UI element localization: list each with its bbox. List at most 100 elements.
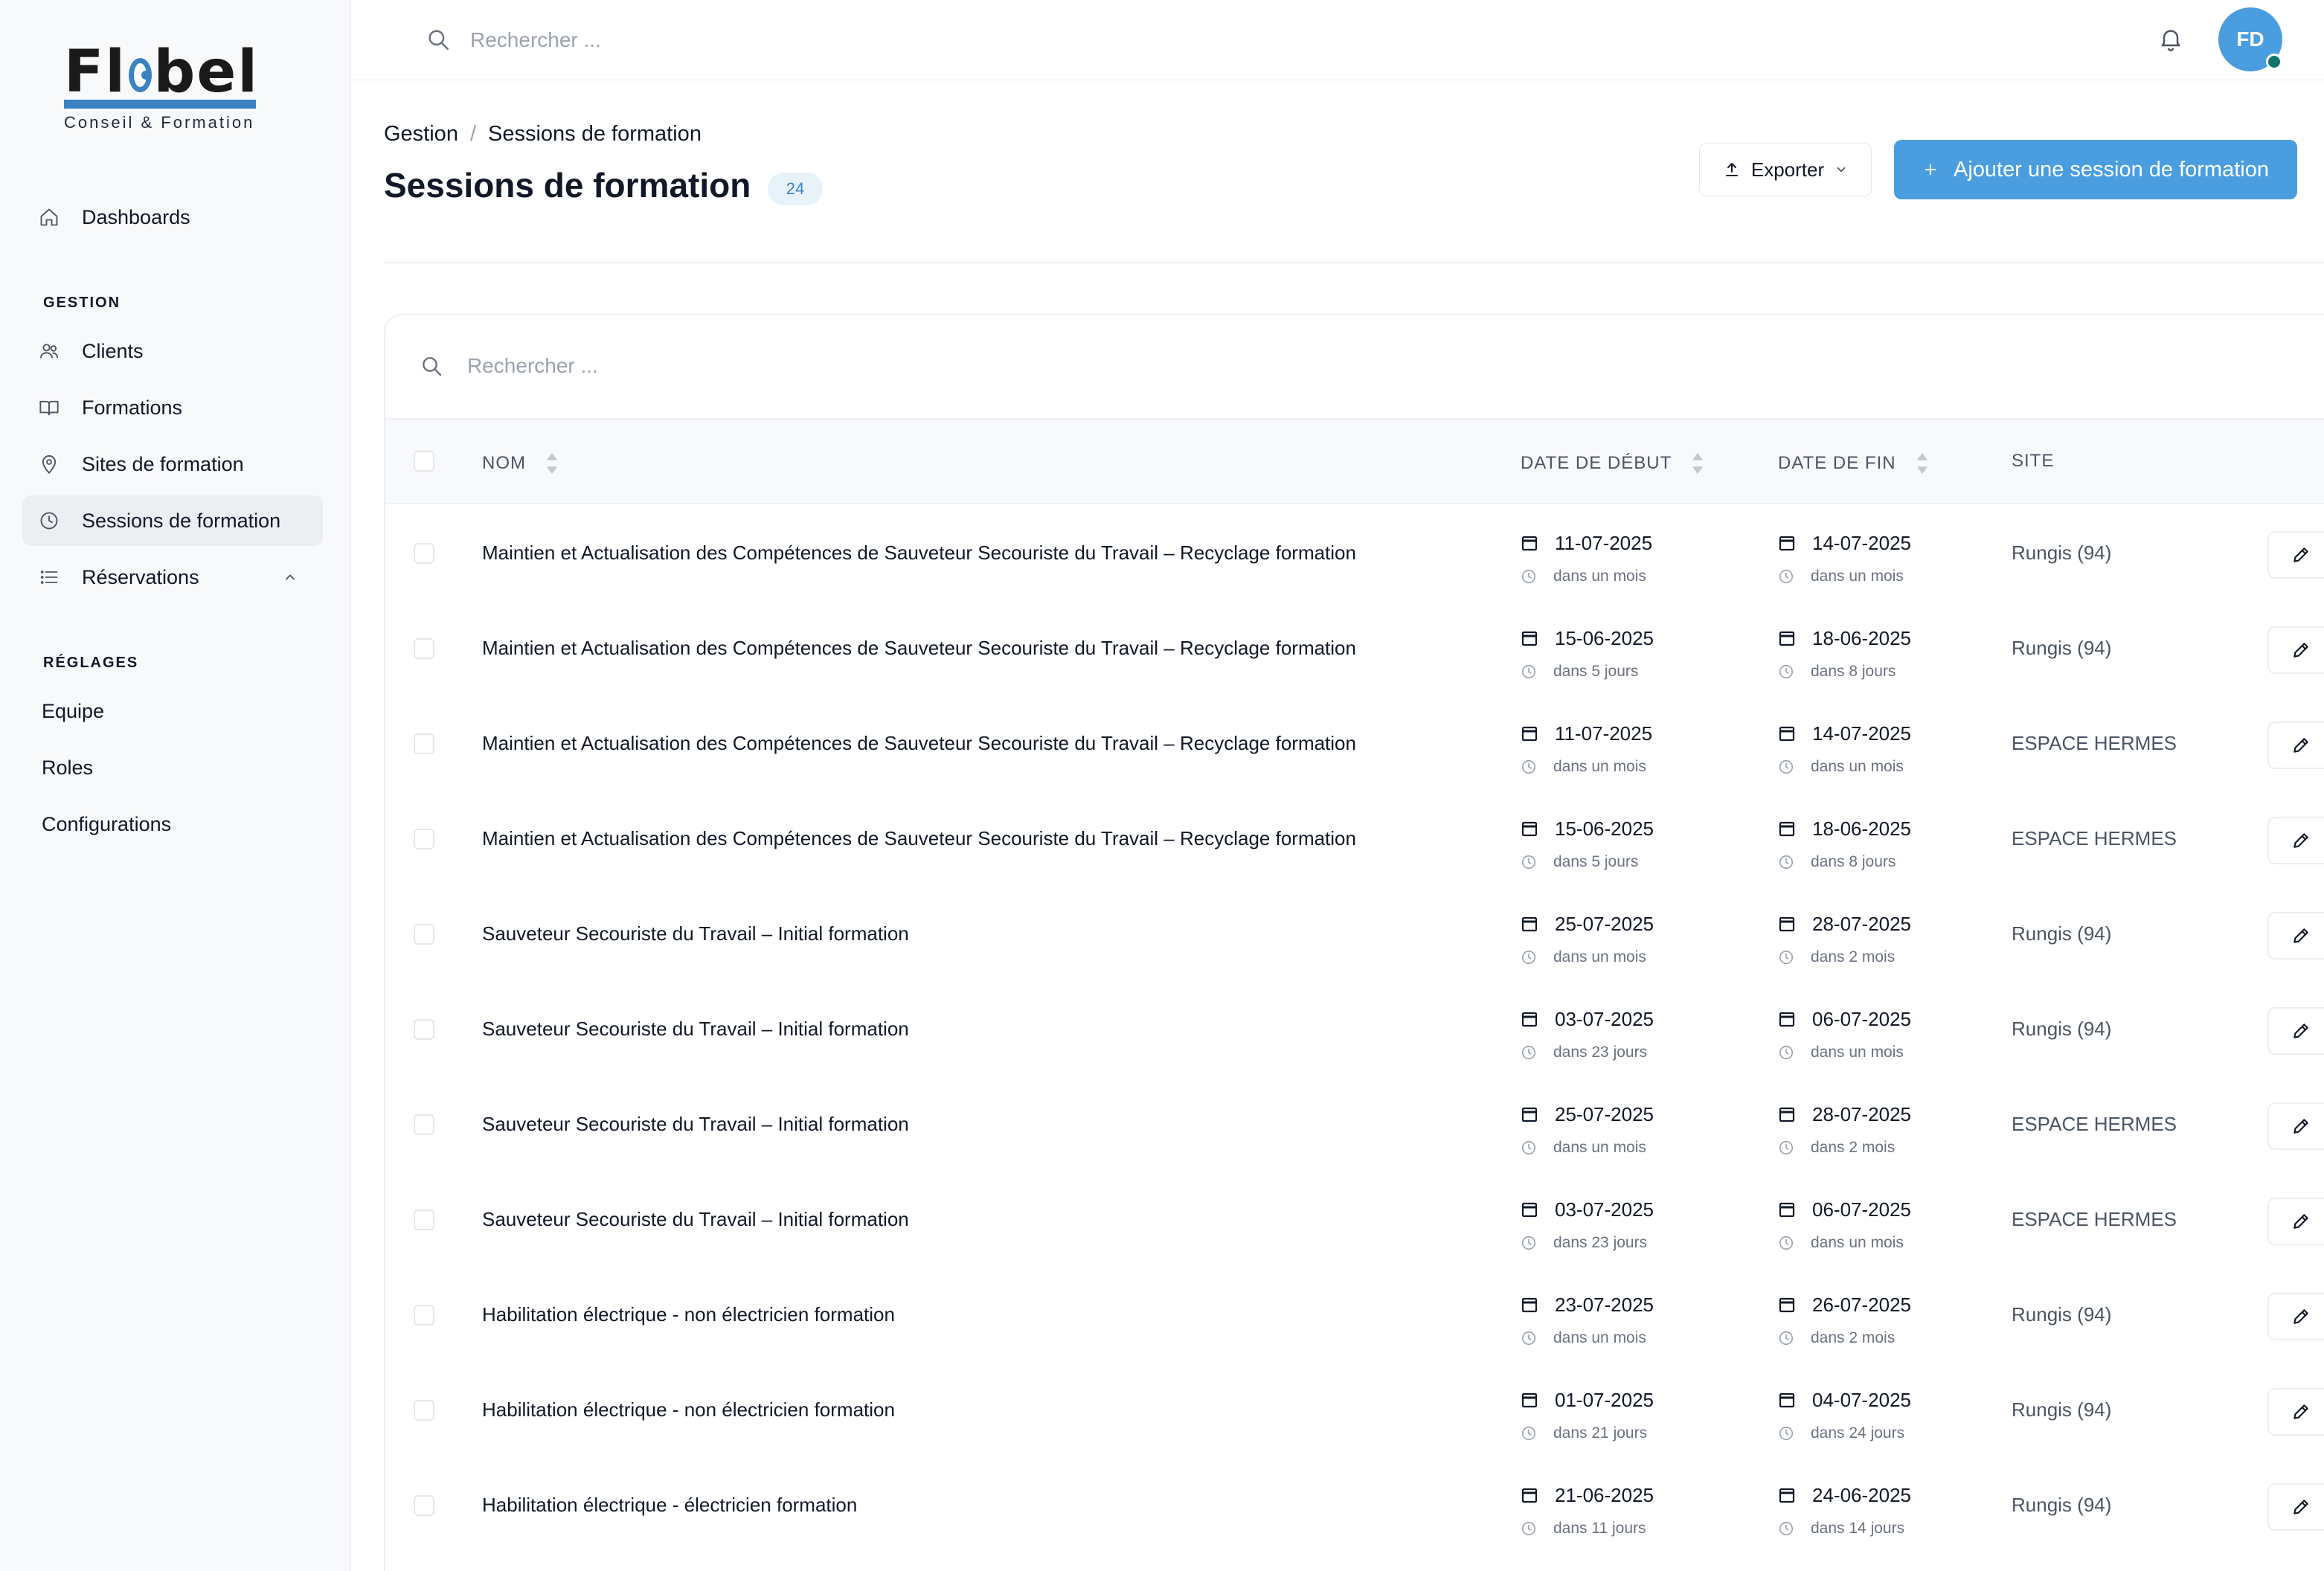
nav-clients[interactable]: Clients xyxy=(22,326,323,376)
row-checkbox[interactable] xyxy=(414,1400,434,1421)
row-checkbox[interactable] xyxy=(414,733,434,754)
start-relative: dans un mois xyxy=(1553,568,1646,585)
start-relative: dans 11 jours xyxy=(1553,1520,1646,1537)
nav-configurations[interactable]: Configurations xyxy=(22,799,323,849)
column-header-site[interactable]: SITE xyxy=(2012,451,2054,472)
chevron-up-icon[interactable] xyxy=(283,570,298,585)
start-relative: dans 23 jours xyxy=(1553,1044,1648,1061)
end-date: 04-07-2025 xyxy=(1812,1388,1911,1411)
edit-button[interactable] xyxy=(2267,531,2324,579)
breadcrumb-gestion[interactable]: Gestion xyxy=(384,122,458,147)
nav-clients-label: Clients xyxy=(82,339,144,362)
nav-formations[interactable]: Formations xyxy=(22,382,323,433)
logo[interactable]: Fl bel Conseil & Formation xyxy=(64,39,259,132)
global-search-input[interactable] xyxy=(470,19,1065,61)
logo-wordmark: Fl bel xyxy=(64,39,259,106)
session-name: Habilitation électrique - électricien fo… xyxy=(482,1494,858,1516)
table-row[interactable]: Maintien et Actualisation des Compétence… xyxy=(385,601,2324,696)
table-row[interactable]: Sauveteur Secouriste du Travail – Initia… xyxy=(385,1172,2324,1268)
clock-icon xyxy=(1521,1236,1536,1250)
edit-button[interactable] xyxy=(2267,1102,2324,1150)
table-row[interactable]: Sauveteur Secouriste du Travail – Initia… xyxy=(385,887,2324,982)
column-label-nom: NOM xyxy=(482,453,526,473)
pencil-icon xyxy=(2293,1024,2308,1038)
calendar-icon xyxy=(1779,821,1795,837)
edit-button[interactable] xyxy=(2267,817,2324,864)
row-checkbox[interactable] xyxy=(414,1114,434,1135)
clock-icon xyxy=(1779,569,1794,584)
clock-icon xyxy=(1779,1045,1794,1060)
nav-formations-label: Formations xyxy=(82,396,183,419)
edit-button[interactable] xyxy=(2267,1007,2324,1055)
table-row[interactable]: Habilitation électrique - non électricie… xyxy=(385,1268,2324,1363)
logo-tagline: Conseil & Formation xyxy=(64,113,255,132)
add-session-button[interactable]: Ajouter une session de formation xyxy=(1894,140,2297,199)
table-row[interactable]: Habilitation électrique - électricien fo… xyxy=(385,1458,2324,1553)
sort-icon xyxy=(1916,452,1927,475)
row-checkbox[interactable] xyxy=(414,1019,434,1040)
table-row[interactable]: Sauveteur Secouriste du Travail – Initia… xyxy=(385,1077,2324,1172)
edit-button[interactable] xyxy=(2267,1293,2324,1340)
end-date-cell: 04-07-2025 dans 24 jours xyxy=(1778,1388,1942,1443)
column-label-site: SITE xyxy=(2012,451,2055,471)
table-row[interactable]: Habilitation électrique - non électricie… xyxy=(385,1363,2324,1458)
column-label-date-debut: DATE DE DÉBUT xyxy=(1521,453,1672,473)
table-search-input[interactable] xyxy=(467,345,1137,387)
nav-equipe-label: Equipe xyxy=(42,699,105,722)
avatar-initials: FD xyxy=(2236,28,2264,51)
calendar-icon xyxy=(1779,1297,1795,1313)
start-date: 11-07-2025 xyxy=(1555,531,1653,554)
select-all-checkbox[interactable] xyxy=(414,451,434,472)
row-checkbox[interactable] xyxy=(414,638,434,659)
nav-dashboards[interactable]: Dashboards xyxy=(22,192,323,242)
nav-reservations[interactable]: Réservations xyxy=(22,552,323,603)
map-pin-icon xyxy=(42,455,57,475)
calendar-icon xyxy=(1521,1297,1538,1313)
page-title: Sessions de formation xyxy=(384,166,751,205)
plus-icon xyxy=(1925,164,1936,176)
column-header-nom[interactable]: NOM xyxy=(482,451,559,476)
logo-eye-icon xyxy=(129,58,152,92)
site-name: Rungis (94) xyxy=(2012,542,2112,564)
user-avatar[interactable]: FD xyxy=(2218,7,2282,71)
pencil-icon xyxy=(2293,1309,2308,1324)
start-date-cell: 03-07-2025 dans 23 jours xyxy=(1521,1198,1684,1253)
clock-icon xyxy=(1521,950,1536,965)
nav-sessions-de-formation[interactable]: Sessions de formation xyxy=(22,495,323,546)
table-row[interactable]: Maintien et Actualisation des Compétence… xyxy=(385,696,2324,791)
row-checkbox[interactable] xyxy=(414,1495,434,1516)
edit-button[interactable] xyxy=(2267,626,2324,674)
end-date-cell: 14-07-2025 dans un mois xyxy=(1778,531,1942,586)
row-checkbox[interactable] xyxy=(414,1305,434,1326)
topbar: FD xyxy=(351,0,2324,80)
end-date: 14-07-2025 xyxy=(1812,722,1911,745)
export-button[interactable]: Exporter xyxy=(1699,143,1872,196)
start-date-cell: 11-07-2025 dans un mois xyxy=(1521,531,1684,586)
table-row[interactable]: Maintien et Actualisation des Compétence… xyxy=(385,791,2324,887)
end-date: 24-06-2025 xyxy=(1812,1483,1911,1506)
export-label: Exporter xyxy=(1750,158,1825,181)
column-header-date-debut[interactable]: DATE DE DÉBUT xyxy=(1521,451,1704,476)
end-date-cell: 18-06-2025 dans 8 jours xyxy=(1778,817,1942,872)
edit-button[interactable] xyxy=(2267,1198,2324,1245)
add-session-label: Ajouter une session de formation xyxy=(1954,157,2269,181)
edit-button[interactable] xyxy=(2267,722,2324,769)
row-checkbox[interactable] xyxy=(414,543,434,564)
end-date-cell: 24-06-2025 dans 14 jours xyxy=(1778,1483,1942,1538)
nav-equipe[interactable]: Equipe xyxy=(22,686,323,736)
table-row[interactable]: Maintien et Actualisation des Compétence… xyxy=(385,506,2324,601)
row-checkbox[interactable] xyxy=(414,924,434,945)
nav-roles[interactable]: Roles xyxy=(22,742,323,793)
table-row[interactable]: Sauveteur Secouriste du Travail – Initia… xyxy=(385,982,2324,1077)
edit-button[interactable] xyxy=(2267,1483,2324,1531)
pencil-icon xyxy=(2293,738,2308,753)
row-checkbox[interactable] xyxy=(414,829,434,849)
row-checkbox[interactable] xyxy=(414,1209,434,1230)
nav-sites-de-formation[interactable]: Sites de formation xyxy=(22,439,323,489)
start-date-cell: 11-07-2025 dans un mois xyxy=(1521,722,1684,777)
bell-icon[interactable] xyxy=(2157,25,2184,52)
edit-button[interactable] xyxy=(2267,1388,2324,1436)
column-header-date-fin[interactable]: DATE DE FIN xyxy=(1778,451,1929,476)
edit-button[interactable] xyxy=(2267,912,2324,960)
sidebar: Fl bel Conseil & Formation Dashboards GES… xyxy=(0,0,351,1571)
